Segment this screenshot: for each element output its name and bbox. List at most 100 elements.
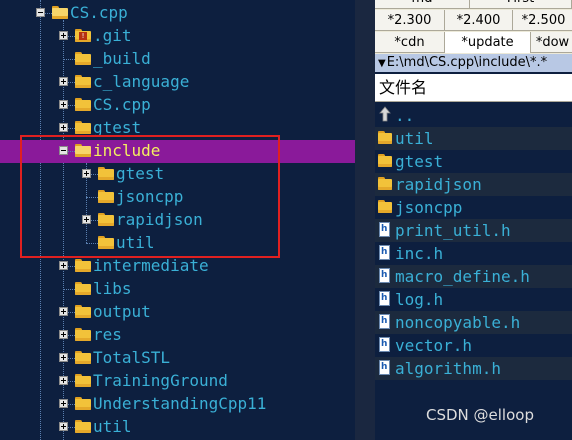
tree-item[interactable]: CS.cpp: [0, 2, 355, 25]
current-path: E:\md\CS.cpp\include\*.*: [386, 55, 548, 70]
folder-icon: [378, 154, 392, 167]
path-bar[interactable]: ▼E:\md\CS.cpp\include\*.*: [375, 54, 572, 72]
folder-icon: [75, 259, 91, 272]
tab-md[interactable]: md: [375, 0, 470, 9]
expand-icon[interactable]: [59, 330, 68, 339]
file-row[interactable]: h macro_define.h: [375, 265, 572, 288]
column-header-filename[interactable]: 文件名: [375, 74, 572, 102]
file-row[interactable]: h log.h: [375, 288, 572, 311]
file-name: print_util.h: [395, 221, 511, 240]
expand-icon[interactable]: [59, 353, 68, 362]
header-file-icon: h: [379, 245, 390, 260]
tree-item-label: intermediate: [93, 256, 209, 275]
folder-icon: [75, 52, 91, 65]
file-name: algorithm.h: [395, 359, 501, 378]
header-file-icon: h: [379, 360, 390, 375]
folder-icon: [75, 282, 91, 295]
tab-version-2300[interactable]: *2.300: [375, 10, 445, 31]
expand-icon[interactable]: [59, 307, 68, 316]
folder-warning-icon: !: [75, 29, 91, 42]
tree-item[interactable]: libs: [0, 278, 355, 301]
tab-dow[interactable]: *dow: [531, 32, 572, 53]
tree-connector: [63, 289, 75, 290]
tree-item-label: TrainingGround: [93, 371, 228, 390]
file-row[interactable]: jsoncpp: [375, 196, 572, 219]
folder-icon: [75, 351, 91, 364]
tab-first[interactable]: First: [470, 0, 572, 9]
file-name: rapidjson: [395, 175, 482, 194]
expand-icon[interactable]: [59, 31, 68, 40]
tab-version-2400[interactable]: *2.400: [445, 10, 513, 31]
header-file-icon: h: [379, 291, 390, 306]
tree-item-label: UnderstandingCpp11: [93, 394, 267, 413]
file-row[interactable]: h algorithm.h: [375, 357, 572, 380]
tree-item[interactable]: TrainingGround: [0, 370, 355, 393]
dropdown-arrow-icon[interactable]: ▼: [378, 55, 386, 72]
header-file-icon: h: [379, 337, 390, 352]
header-file-icon: h: [379, 268, 390, 283]
tree-item[interactable]: CS.cpp: [0, 94, 355, 117]
collapse-icon[interactable]: [36, 8, 45, 17]
tree-item-label: CS.cpp: [70, 3, 128, 22]
drive-row: md First: [375, 0, 572, 10]
tree-item-label: _build: [93, 49, 151, 68]
tree-item-label: TotalSTL: [93, 348, 171, 367]
file-row[interactable]: h print_util.h: [375, 219, 572, 242]
file-name: inc.h: [395, 244, 444, 263]
expand-icon[interactable]: [59, 77, 68, 86]
tree-item[interactable]: c_language: [0, 71, 355, 94]
file-row[interactable]: h inc.h: [375, 242, 572, 265]
file-row[interactable]: h noncopyable.h: [375, 311, 572, 334]
file-row[interactable]: h vector.h: [375, 334, 572, 357]
folder-icon: [52, 6, 68, 19]
tree-item[interactable]: TotalSTL: [0, 347, 355, 370]
file-name: util: [395, 129, 434, 148]
folder-icon: [75, 374, 91, 387]
tree-item[interactable]: output: [0, 301, 355, 324]
tree-item[interactable]: intermediate: [0, 255, 355, 278]
file-row[interactable]: util: [375, 127, 572, 150]
folder-icon: [75, 420, 91, 433]
file-row[interactable]: rapidjson: [375, 173, 572, 196]
tree-item[interactable]: ! .git: [0, 25, 355, 48]
tree-item-label: c_language: [93, 72, 190, 91]
parent-directory-icon: [379, 106, 391, 122]
tree-connector: [63, 59, 75, 60]
version-tab-row: *2.300 *2.400 *2.500: [375, 10, 572, 32]
watermark: CSDN @elloop: [426, 406, 534, 424]
folder-icon: [75, 397, 91, 410]
tree-item[interactable]: res: [0, 324, 355, 347]
tab-update[interactable]: *update: [445, 32, 531, 53]
folder-icon: [75, 98, 91, 111]
file-name: log.h: [395, 290, 444, 309]
panel-divider[interactable]: [355, 0, 375, 440]
tree-item-label: res: [93, 325, 122, 344]
header-file-icon: h: [379, 222, 390, 237]
expand-icon[interactable]: [59, 100, 68, 109]
expand-icon[interactable]: [59, 261, 68, 270]
file-name: jsoncpp: [395, 198, 463, 217]
highlight-box: [20, 135, 280, 258]
file-row[interactable]: ..: [375, 104, 572, 127]
folder-icon: [75, 121, 91, 134]
tab-cdn[interactable]: *cdn: [375, 32, 445, 53]
folder-icon: [378, 200, 392, 213]
tab-version-2500[interactable]: *2.500: [513, 10, 572, 31]
file-name: noncopyable.h: [395, 313, 521, 332]
expand-icon[interactable]: [59, 376, 68, 385]
folder-icon: [75, 328, 91, 341]
folder-icon: [378, 131, 392, 144]
tree-item-label: CS.cpp: [93, 95, 151, 114]
expand-icon[interactable]: [59, 123, 68, 132]
file-list-panel: md First *2.300 *2.400 *2.500 *cdn *upda…: [375, 0, 572, 440]
tree-item-label: .git: [93, 26, 132, 45]
file-row[interactable]: gtest: [375, 150, 572, 173]
tree-item[interactable]: _build: [0, 48, 355, 71]
folder-icon: [75, 305, 91, 318]
tree-item[interactable]: UnderstandingCpp11: [0, 393, 355, 416]
tree-item-label: output: [93, 302, 151, 321]
expand-icon[interactable]: [59, 399, 68, 408]
expand-icon[interactable]: [59, 422, 68, 431]
file-name: vector.h: [395, 336, 473, 355]
tree-item[interactable]: util: [0, 416, 355, 439]
